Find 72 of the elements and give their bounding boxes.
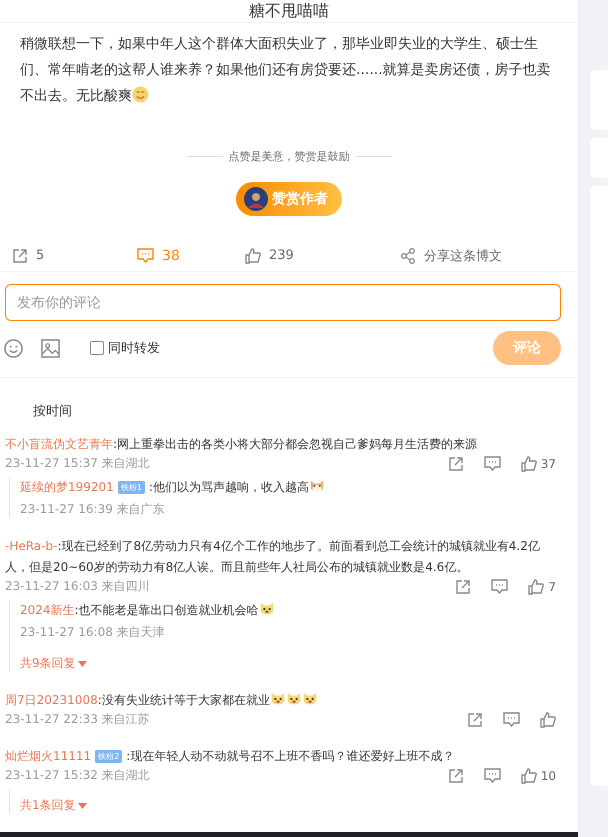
comment-text: 不小盲流伪文艺青年:网上重拳出击的各类小将大部分都会忽视自己爹妈每月生活费的来源 [5, 436, 478, 454]
caret-down-icon [78, 660, 87, 667]
comment-text: 延续的梦199201 铁粉1 :他们以为骂声越响，收入越高 [20, 477, 578, 498]
user-link[interactable]: 延续的梦199201 [20, 480, 114, 494]
dog-emoji-icon [286, 691, 302, 708]
comment-icon [484, 456, 501, 472]
smiley-emoji-icon [132, 86, 149, 103]
repost-icon [12, 248, 28, 264]
sort-tab[interactable]: 按时间 [33, 402, 72, 420]
comment-text: -HeRa-b-:现在已经到了8亿劳动力只有4亿个工作的地步了。前面看到总工会统计的城镇就业有4.2亿人，但是20~60岁的劳动力有8亿人诶。而且前些年人社局公布的城镇就业数是4.6亿。 [5, 538, 541, 576]
like-action[interactable]: 10 [520, 768, 556, 784]
thumbs-up-icon [540, 712, 556, 728]
user-link[interactable]: 2024新生 [20, 603, 75, 618]
fan-badge: 铁粉2 [95, 750, 122, 764]
share-icon [400, 248, 416, 264]
fan-badge: 铁粉1 [118, 481, 145, 494]
post-text: 稍微联想一下，如果中年人这个群体大面积失业了，那毕业即失业的大学生、硕士生们、常年啃老的这帮人谁来养？如果他们还有房贷要还......就算是卖房还债，房子也卖不出去。无比酸爽 [19, 35, 552, 106]
caret-down-icon [78, 802, 87, 809]
comment-meta: 23-11-27 16:03 来自四川 [5, 578, 150, 596]
user-link[interactable]: -HeRa-b- [5, 539, 58, 554]
like-action[interactable]: 7 [528, 578, 556, 595]
share-action[interactable]: 分享这条博文 [400, 246, 502, 265]
repost-icon [455, 578, 472, 595]
repost-icon [448, 768, 464, 784]
dog-emoji-icon [302, 691, 318, 708]
user-link[interactable]: 灿烂烟火11111 [5, 749, 92, 764]
comment-icon [491, 578, 508, 595]
more-replies-link[interactable]: 共9条回复 [20, 655, 87, 672]
page-title: 糖不甩喵喵 [249, 0, 329, 22]
cat-emoji-icon [308, 478, 325, 494]
comment-meta: 23-11-27 15:32 来自湖北 [5, 767, 150, 784]
reward-button[interactable]: 赞赏作者 [236, 182, 342, 216]
repost-icon [448, 456, 464, 472]
comment-meta: 23-11-27 15:37 来自湖北 [5, 455, 150, 472]
image-icon[interactable] [41, 338, 60, 358]
comment-icon [137, 248, 154, 264]
dog-emoji-icon [258, 601, 275, 618]
more-replies-link[interactable]: 共1条回复 [20, 797, 87, 814]
thumbs-up-icon [245, 248, 261, 264]
repost-icon [467, 712, 483, 728]
like-action[interactable] [540, 712, 556, 728]
avatar-icon [244, 187, 268, 211]
reward-note: 点赞是美意，赞赏是鼓励 [228, 149, 350, 164]
comment-action[interactable] [484, 768, 501, 784]
like-action[interactable]: 37 [520, 456, 556, 472]
comment-icon [484, 768, 501, 784]
thumbs-up-icon [520, 456, 537, 472]
comment-text: 2024新生:也不能老是靠出口创造就业机会哈 [20, 600, 578, 622]
dog-emoji-icon [270, 691, 286, 708]
thumbs-up-icon [520, 768, 537, 784]
comment-input[interactable]: 发布你的评论 [5, 284, 561, 322]
comment-text: 灿烂烟火11111 铁粉2 :现在年轻人动不动就号召不上班不香吗？谁还爱好上班不成？ [5, 748, 456, 766]
user-link[interactable]: 周7日20231008 [5, 693, 98, 708]
comment-text: 周7日20231008:没有失业统计等于大家都在就业 [5, 690, 578, 712]
repost-checkbox[interactable]: 同时转发 [90, 339, 160, 358]
repost-action[interactable] [467, 712, 483, 728]
comment-meta: 23-11-27 22:33 来自江苏 [5, 711, 150, 728]
reply-meta: 23-11-27 16:39 来自广东 [20, 502, 165, 516]
repost-action[interactable] [455, 578, 472, 595]
comment-action[interactable]: 38 [137, 248, 180, 264]
repost-action[interactable] [448, 456, 464, 472]
repost-action[interactable] [448, 768, 464, 784]
reply-meta: 23-11-27 16:08 来自天津 [20, 625, 165, 640]
comment-action[interactable] [491, 578, 508, 595]
comment-action[interactable] [484, 456, 501, 472]
comment-action[interactable] [503, 712, 520, 728]
repost-action[interactable]: 5 [12, 248, 44, 264]
thumbs-up-icon [528, 578, 544, 595]
like-action[interactable]: 239 [245, 248, 294, 264]
user-link[interactable]: 不小盲流伪文艺青年 [5, 437, 113, 452]
comment-icon [503, 712, 520, 728]
emoji-icon[interactable] [4, 338, 23, 358]
